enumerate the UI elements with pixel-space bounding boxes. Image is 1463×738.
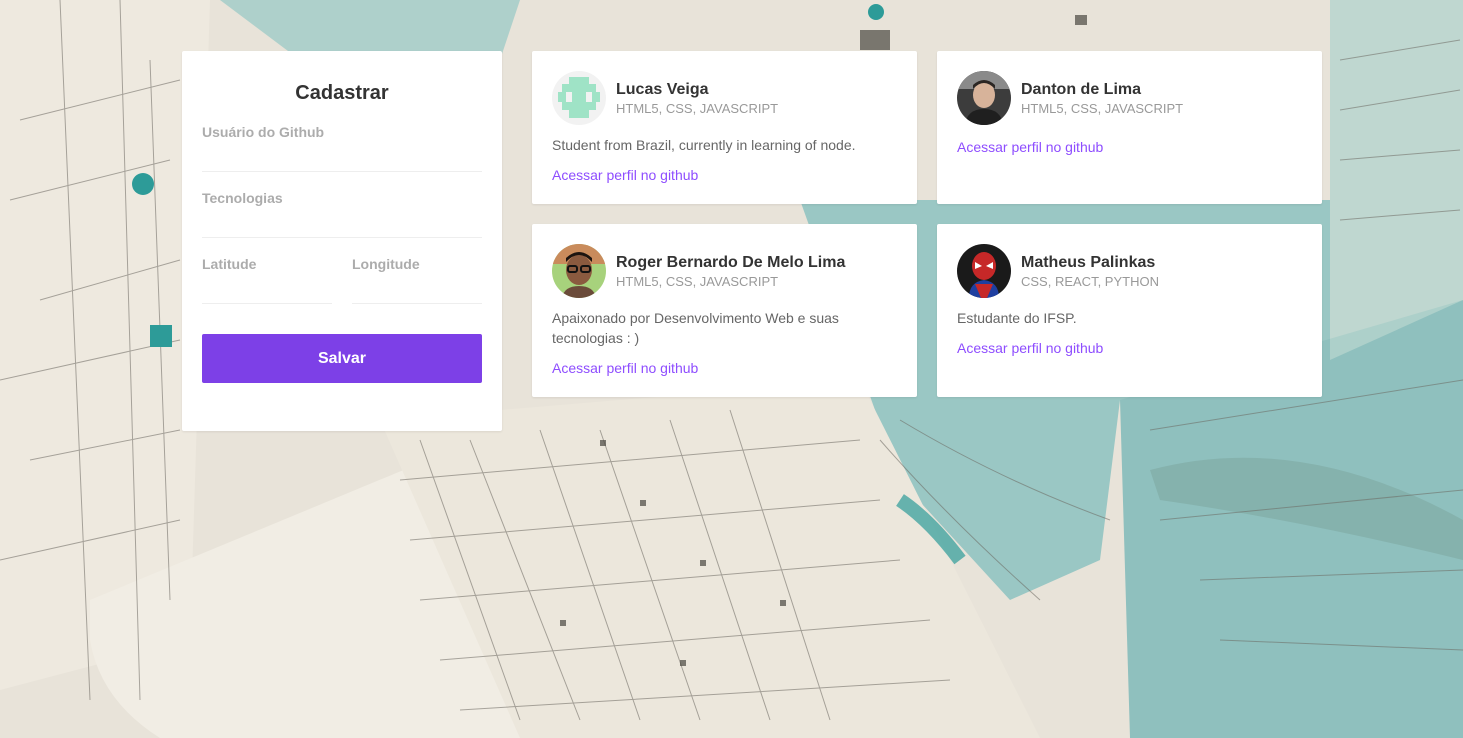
techs-field: Tecnologias [202, 190, 482, 238]
dev-techs: HTML5, CSS, JAVASCRIPT [616, 273, 779, 289]
form-title: Cadastrar [295, 82, 389, 104]
spiderman-avatar-icon [957, 244, 1011, 298]
register-form: Cadastrar Usuário do Github Tecnologias … [182, 51, 502, 431]
dev-bio: Apaixonado por Desenvolvimento Web e sua… [552, 310, 839, 346]
person-avatar-icon [552, 244, 606, 298]
techs-label: Tecnologias [202, 190, 283, 206]
user-info: Danton de Lima HTML5, CSS, JAVASCRIPT [1021, 80, 1183, 117]
dev-header: Danton de Lima HTML5, CSS, JAVASCRIPT [957, 71, 1302, 125]
github-profile-link[interactable]: Acessar perfil no github [957, 137, 1302, 157]
dev-bio: Student from Brazil, currently in learni… [552, 137, 856, 153]
latitude-label: Latitude [202, 256, 257, 272]
latitude-input[interactable] [202, 272, 332, 304]
dev-name: Matheus Palinkas [1021, 253, 1156, 271]
github-profile-link[interactable]: Acessar perfil no github [552, 165, 897, 185]
github-profile-link[interactable]: Acessar perfil no github [957, 338, 1302, 358]
dev-card: Lucas Veiga HTML5, CSS, JAVASCRIPT Stude… [532, 51, 917, 204]
dev-techs: CSS, REACT, PYTHON [1021, 273, 1159, 289]
dev-name: Danton de Lima [1021, 80, 1142, 98]
coordinates-row: Latitude Longitude [202, 256, 482, 304]
dev-bio: Estudante do IFSP. [957, 310, 1077, 326]
dev-techs: HTML5, CSS, JAVASCRIPT [1021, 100, 1184, 116]
github-user-input[interactable] [202, 140, 482, 172]
dev-header: Lucas Veiga HTML5, CSS, JAVASCRIPT [552, 71, 897, 125]
dev-card: Matheus Palinkas CSS, REACT, PYTHON Estu… [937, 224, 1322, 397]
techs-input[interactable] [202, 206, 482, 238]
person-avatar-icon [957, 71, 1011, 125]
longitude-label: Longitude [352, 256, 420, 272]
identicon-avatar-icon [552, 71, 606, 125]
latitude-field: Latitude [202, 256, 332, 304]
dev-card: Roger Bernardo De Melo Lima HTML5, CSS, … [532, 224, 917, 397]
user-info: Matheus Palinkas CSS, REACT, PYTHON [1021, 253, 1159, 290]
dev-techs: HTML5, CSS, JAVASCRIPT [616, 100, 779, 116]
github-user-field: Usuário do Github [202, 124, 482, 172]
save-button[interactable]: Salvar [202, 334, 482, 383]
dev-header: Roger Bernardo De Melo Lima HTML5, CSS, … [552, 244, 897, 298]
dev-name: Roger Bernardo De Melo Lima [616, 253, 846, 271]
dev-header: Matheus Palinkas CSS, REACT, PYTHON [957, 244, 1302, 298]
user-info: Lucas Veiga HTML5, CSS, JAVASCRIPT [616, 80, 778, 117]
github-profile-link[interactable]: Acessar perfil no github [552, 358, 897, 378]
dev-name: Lucas Veiga [616, 80, 709, 98]
github-user-label: Usuário do Github [202, 124, 325, 140]
longitude-field: Longitude [352, 256, 482, 304]
dev-card: Danton de Lima HTML5, CSS, JAVASCRIPT Ac… [937, 51, 1322, 204]
longitude-input[interactable] [352, 272, 482, 304]
user-info: Roger Bernardo De Melo Lima HTML5, CSS, … [616, 253, 845, 290]
